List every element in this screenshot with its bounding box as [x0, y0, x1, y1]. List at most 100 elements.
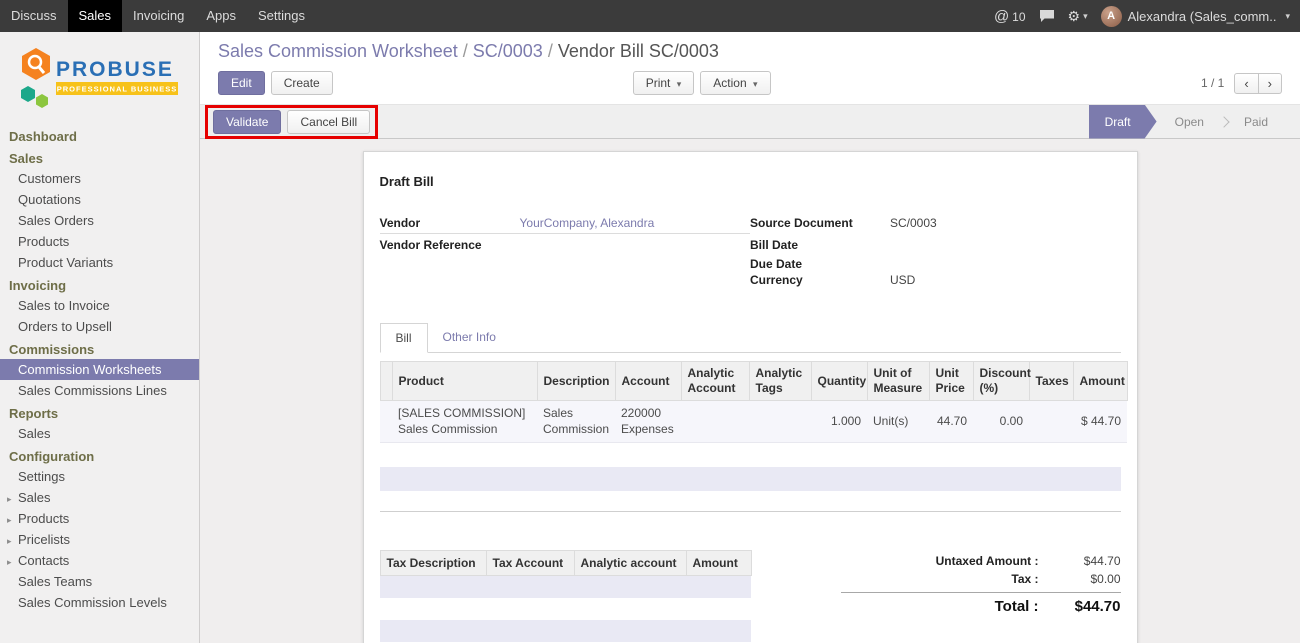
invoice-line-row[interactable]: [SALES COMMISSION] Sales Commission Sale…: [380, 401, 1127, 443]
sidebar-item-config-contacts[interactable]: ▸Contacts: [0, 550, 199, 571]
vendor-reference-label: Vendor Reference: [380, 238, 520, 252]
user-menu[interactable]: A Alexandra (Sales_comm.. ▾: [1101, 6, 1290, 27]
svg-text:PROBUSE: PROBUSE: [56, 58, 174, 81]
chevron-down-icon: ▾: [1285, 11, 1290, 22]
sidebar-item-products[interactable]: Products: [0, 231, 199, 252]
cancel-bill-button[interactable]: Cancel Bill: [287, 110, 370, 134]
vendor-field-row: Vendor YourCompany, Alexandra: [380, 215, 751, 234]
bill-date-label: Bill Date: [750, 238, 890, 252]
sidebar-section-configuration[interactable]: Configuration: [0, 444, 199, 466]
expand-arrow-icon: ▸: [7, 555, 12, 570]
company-logo: PROBUSE PROFESSIONAL BUSINESS: [0, 32, 199, 124]
breadcrumb-separator: /: [548, 41, 553, 61]
sidebar-item-sales-orders[interactable]: Sales Orders: [0, 210, 199, 231]
totals-divider: [841, 592, 1121, 593]
breadcrumb-record-link[interactable]: SC/0003: [473, 41, 543, 61]
tax-lines-table: Tax Description Tax Account Analytic acc…: [380, 550, 752, 642]
col-discount: Discount (%): [973, 362, 1029, 401]
sidebar-item-sales-commission-levels[interactable]: Sales Commission Levels: [0, 592, 199, 613]
due-date-field-row: Due Date: [750, 253, 1121, 272]
mention-icon: @: [994, 8, 1009, 25]
col-tax-account: Tax Account: [486, 551, 574, 576]
sidebar-item-sales-commissions-lines[interactable]: Sales Commissions Lines: [0, 380, 199, 401]
state-draft: Draft: [1089, 105, 1157, 139]
validate-button[interactable]: Validate: [213, 110, 281, 134]
action-dropdown-button[interactable]: Action ▾: [700, 71, 770, 95]
tab-bill[interactable]: Bill: [380, 323, 428, 353]
sidebar-item-dashboard[interactable]: Dashboard: [0, 124, 199, 146]
untaxed-amount-value: $44.70: [1039, 554, 1121, 568]
breadcrumb-separator: /: [463, 41, 468, 61]
chat-bubble-icon: [1039, 9, 1055, 23]
chevron-down-icon: ▾: [753, 79, 758, 89]
sidebar-item-sales-teams[interactable]: Sales Teams: [0, 571, 199, 592]
invoice-lines-table: Product Description Account Analytic Acc…: [380, 361, 1128, 443]
mentions-button[interactable]: @ 10: [994, 8, 1026, 25]
status-states: Draft Open Paid: [1089, 105, 1300, 138]
sidebar-item-config-sales[interactable]: ▸Sales: [0, 487, 199, 508]
untaxed-amount-row: Untaxed Amount : $44.70: [841, 552, 1121, 570]
sidebar-item-quotations[interactable]: Quotations: [0, 189, 199, 210]
untaxed-amount-label: Untaxed Amount :: [936, 554, 1039, 568]
notebook-tabs: Bill Other Info: [380, 323, 1121, 353]
expand-arrow-icon: ▸: [7, 513, 12, 528]
sidebar-item-config-pricelists[interactable]: ▸Pricelists: [0, 529, 199, 550]
sidebar-section-commissions[interactable]: Commissions: [0, 337, 199, 359]
vendor-value-link[interactable]: YourCompany, Alexandra: [520, 216, 655, 230]
main-area: Sales Commission Worksheet/SC/0003/Vendo…: [200, 32, 1300, 643]
cell-amount: $ 44.70: [1073, 401, 1127, 443]
pager-next-button[interactable]: ›: [1259, 73, 1282, 94]
bill-date-field-row: Bill Date: [750, 234, 1121, 253]
messages-button[interactable]: [1039, 9, 1055, 23]
sidebar-item-orders-to-upsell[interactable]: Orders to Upsell: [0, 316, 199, 337]
sidebar-item-commission-worksheets[interactable]: Commission Worksheets: [0, 359, 199, 380]
empty-list-row: [380, 443, 1121, 467]
sidebar: PROBUSE PROFESSIONAL BUSINESS Dashboard …: [0, 32, 200, 643]
sidebar-section-sales[interactable]: Sales: [0, 146, 199, 168]
col-description: Description: [537, 362, 615, 401]
sidebar-section-reports[interactable]: Reports: [0, 401, 199, 423]
control-buttons-row: Edit Create Print ▾ Action ▾ 1 / 1 ‹ ›: [218, 71, 1300, 95]
debug-menu-button[interactable]: ⚙ ▾: [1068, 8, 1088, 25]
vendor-label: Vendor: [380, 216, 520, 230]
pager-previous-button[interactable]: ‹: [1234, 73, 1258, 94]
sheet-title: Draft Bill: [380, 174, 1121, 189]
action-label: Action: [713, 76, 746, 90]
nav-invoicing[interactable]: Invoicing: [122, 0, 195, 32]
sidebar-item-config-products[interactable]: ▸Products: [0, 508, 199, 529]
sidebar-item-config-settings[interactable]: Settings: [0, 466, 199, 487]
control-panel: Sales Commission Worksheet/SC/0003/Vendo…: [200, 32, 1300, 104]
sidebar-item-product-variants[interactable]: Product Variants: [0, 252, 199, 273]
sidebar-item-sales-to-invoice[interactable]: Sales to Invoice: [0, 295, 199, 316]
cell-description: Sales Commission: [537, 401, 615, 443]
print-dropdown-button[interactable]: Print ▾: [633, 71, 695, 95]
nav-apps[interactable]: Apps: [195, 0, 247, 32]
cell-uom: Unit(s): [867, 401, 929, 443]
sidebar-item-label: Sales: [18, 490, 51, 505]
nav-discuss[interactable]: Discuss: [0, 0, 68, 32]
col-account: Account: [615, 362, 681, 401]
total-value: $44.70: [1039, 598, 1121, 615]
nav-sales[interactable]: Sales: [68, 0, 123, 32]
sidebar-section-invoicing[interactable]: Invoicing: [0, 273, 199, 295]
create-button[interactable]: Create: [271, 71, 333, 95]
expand-arrow-icon: ▸: [7, 534, 12, 549]
nav-settings[interactable]: Settings: [247, 0, 316, 32]
sidebar-item-customers[interactable]: Customers: [0, 168, 199, 189]
total-label: Total :: [995, 598, 1039, 615]
mention-count: 10: [1012, 10, 1025, 24]
empty-list-row: [380, 467, 1121, 491]
cell-analytic-tags: [749, 401, 811, 443]
empty-tax-row: [380, 620, 751, 642]
empty-tax-row: [380, 576, 751, 598]
breadcrumb: Sales Commission Worksheet/SC/0003/Vendo…: [218, 41, 1300, 62]
state-paid: Paid: [1226, 105, 1286, 139]
edit-button[interactable]: Edit: [218, 71, 265, 95]
cell-analytic-account: [681, 401, 749, 443]
breadcrumb-worksheet-link[interactable]: Sales Commission Worksheet: [218, 41, 458, 61]
annotation-highlight-box: Validate Cancel Bill: [205, 105, 378, 139]
sidebar-item-reports-sales[interactable]: Sales: [0, 423, 199, 444]
col-analytic-tags: Analytic Tags: [749, 362, 811, 401]
tab-other-info[interactable]: Other Info: [428, 323, 511, 352]
cell-quantity: 1.000: [811, 401, 867, 443]
